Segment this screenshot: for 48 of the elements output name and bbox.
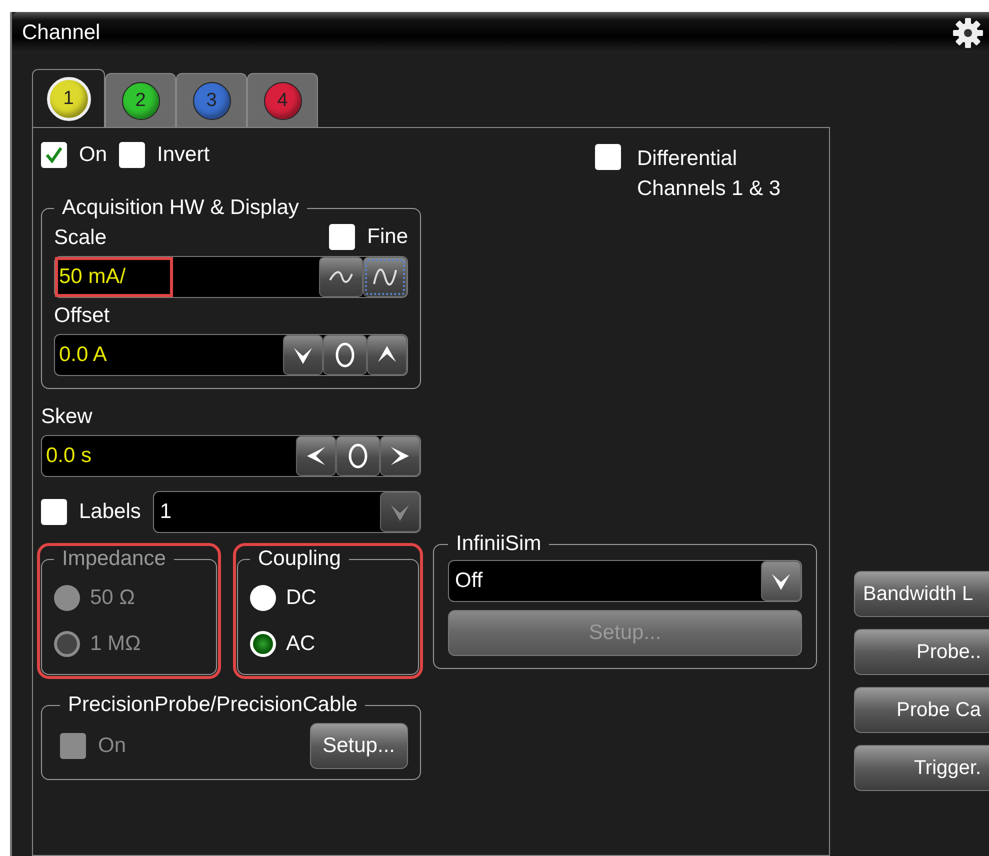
spin-button[interactable] [296,436,336,476]
settings-icon[interactable] [951,16,985,50]
checkbox[interactable] [119,142,146,168]
spin-button[interactable] [336,436,380,476]
spin-button[interactable] [367,335,407,375]
side-button[interactable]: Bandwidth L [854,571,989,617]
checkbox-label: On [98,734,126,758]
radio-label: DC [286,586,316,610]
channel-tab[interactable]: 2 [105,73,176,127]
spin-button[interactable] [323,335,367,375]
side-button[interactable]: Probe.. [854,629,989,675]
scale-field[interactable]: 50 mA/ [54,256,408,298]
radio-label: AC [286,632,316,656]
group-title: Acquisition HW & Display [61,196,300,220]
checkbox[interactable] [41,142,67,168]
offset-field[interactable]: 0.0 A [54,334,408,376]
spin-button[interactable] [363,257,407,297]
group-title: InfiniiSim [455,532,542,556]
labels-dropdown[interactable]: 1 [152,491,421,533]
group-title: Impedance [61,547,167,571]
field-label: Skew [41,405,94,429]
spin-button[interactable] [319,257,363,297]
window-title: Channel [22,20,100,44]
checkbox-label: Labels [79,500,141,524]
dropdown-button[interactable] [761,561,801,601]
checkmark-icon [44,145,64,165]
channel-tab[interactable]: 1 [32,69,105,127]
field-label: Scale [54,226,107,250]
checkbox-label: Differential Channels 1 & 3 [637,146,782,202]
group-title: PrecisionProbe/PrecisionCable [67,693,358,717]
checkbox-label: On [79,143,108,167]
infiniisim-dropdown[interactable]: Off [448,560,802,602]
radio-label: 50 Ω [90,586,135,610]
checkbox-label: Fine [367,225,408,249]
field-label: Offset [54,304,111,328]
group-title: Coupling [257,547,342,571]
spin-button[interactable] [283,335,323,375]
radio-button[interactable] [250,585,276,611]
radio-label: 1 MΩ [90,632,141,656]
checkbox[interactable] [329,224,356,250]
setup-button[interactable]: Setup... [310,723,408,769]
side-button[interactable]: Trigger. [854,745,989,791]
side-button[interactable]: Probe Ca [854,687,989,733]
skew-field[interactable]: 0.0 s [41,435,421,477]
spin-button[interactable] [380,436,420,476]
checkbox[interactable] [595,144,621,170]
checkbox[interactable] [41,499,67,525]
checkbox-label: Invert [157,143,210,167]
